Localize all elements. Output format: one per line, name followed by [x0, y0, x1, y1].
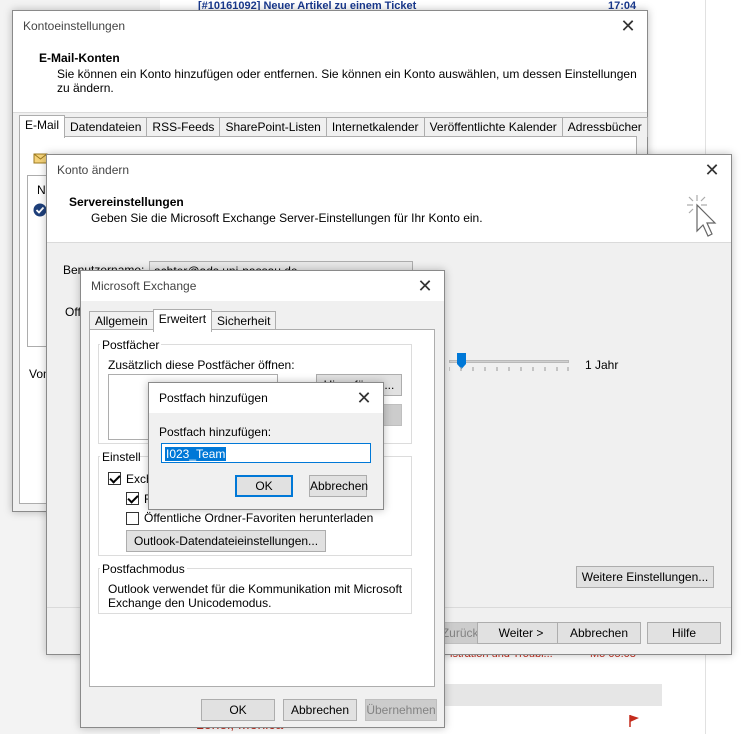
open-additional-label: Zusätzlich diese Postfächer öffnen: — [108, 358, 295, 372]
shared-folders-checkbox[interactable] — [126, 492, 139, 505]
account-settings-tabs: E-Mail Datendateien RSS-Feeds SharePoint-Li… — [19, 115, 648, 138]
header-title: Servereinstellungen — [69, 195, 184, 209]
tab-general[interactable]: Allgemein — [89, 311, 154, 331]
tab-sharepoint-lists[interactable]: SharePoint-Listen — [219, 117, 327, 137]
offline-label: Off — [65, 305, 81, 319]
more-settings-button[interactable]: Weitere Einstellungen... — [576, 566, 714, 588]
window-title: Kontoeinstellungen — [13, 11, 647, 41]
cache-settings-group-title: Einstellungen für den Exchange-Cache-Mod… — [100, 450, 140, 464]
apply-button[interactable]: Übernehmen — [365, 699, 437, 721]
next-button[interactable]: Weiter > — [477, 622, 565, 644]
tab-security[interactable]: Sicherheit — [211, 311, 277, 331]
header-description: Sie können ein Konto hinzufügen oder ent… — [57, 67, 637, 95]
tab-email[interactable]: E-Mail — [19, 115, 66, 138]
cancel-button[interactable]: Abbrechen — [557, 622, 641, 644]
mailbox-mode-group-title: Postfachmodus — [100, 562, 187, 576]
slider-ticks — [449, 367, 569, 371]
help-button[interactable]: Hilfe — [647, 622, 721, 644]
window-title: Postfach hinzufügen — [149, 383, 383, 413]
mailbox-mode-text: Outlook verwendet für die Kommunikation … — [108, 582, 403, 610]
ok-button[interactable]: OK — [201, 699, 275, 721]
default-account-check-icon — [33, 203, 47, 217]
tab-published-calendars[interactable]: Veröffentlichte Kalender — [423, 117, 563, 137]
close-icon[interactable]: ✕ — [353, 387, 375, 409]
mailboxes-group-title: Postfächer — [100, 338, 162, 352]
flag-icon[interactable] — [628, 714, 640, 728]
public-favorites-checkbox[interactable] — [126, 512, 139, 525]
offline-slider-track[interactable] — [449, 360, 569, 363]
ok-button[interactable]: OK — [235, 475, 293, 497]
header-description: Geben Sie die Microsoft Exchange Server-… — [91, 211, 483, 225]
close-icon[interactable]: ✕ — [701, 159, 723, 181]
window-title: Konto ändern — [47, 155, 731, 185]
public-favorites-label: Öffentliche Ordner-Favoriten herunterlad… — [144, 511, 374, 525]
exchange-tabs: Allgemein Erweitert Sicherheit — [89, 309, 277, 332]
tab-address-books[interactable]: Adressbücher — [561, 117, 648, 137]
cancel-button[interactable]: Abbrechen — [309, 475, 368, 497]
tab-rss-feeds[interactable]: RSS-Feeds — [146, 117, 221, 137]
add-mailbox-dialog: Postfach hinzufügen ✕ Postfach hinzufüge… — [148, 382, 384, 510]
add-mailbox-label: Postfach hinzufügen: — [159, 425, 272, 439]
click-cursor-icon — [687, 195, 717, 237]
header-title: E-Mail-Konten — [39, 51, 120, 65]
cancel-button[interactable]: Abbrechen — [283, 699, 357, 721]
tab-internet-calendars[interactable]: Internetkalender — [325, 117, 425, 137]
tab-data-files[interactable]: Datendateien — [64, 117, 148, 137]
cache-mode-checkbox[interactable] — [108, 472, 121, 485]
close-icon[interactable]: ✕ — [414, 275, 436, 297]
datafile-settings-button[interactable]: Outlook-Datendateieinstellungen... — [126, 530, 326, 552]
add-mailbox-input-selection: I023_Team — [165, 447, 227, 461]
slider-value-label: 1 Jahr — [585, 358, 619, 372]
close-icon[interactable]: ✕ — [617, 15, 639, 37]
window-title: Microsoft Exchange — [81, 271, 444, 301]
tab-advanced[interactable]: Erweitert — [152, 309, 213, 332]
